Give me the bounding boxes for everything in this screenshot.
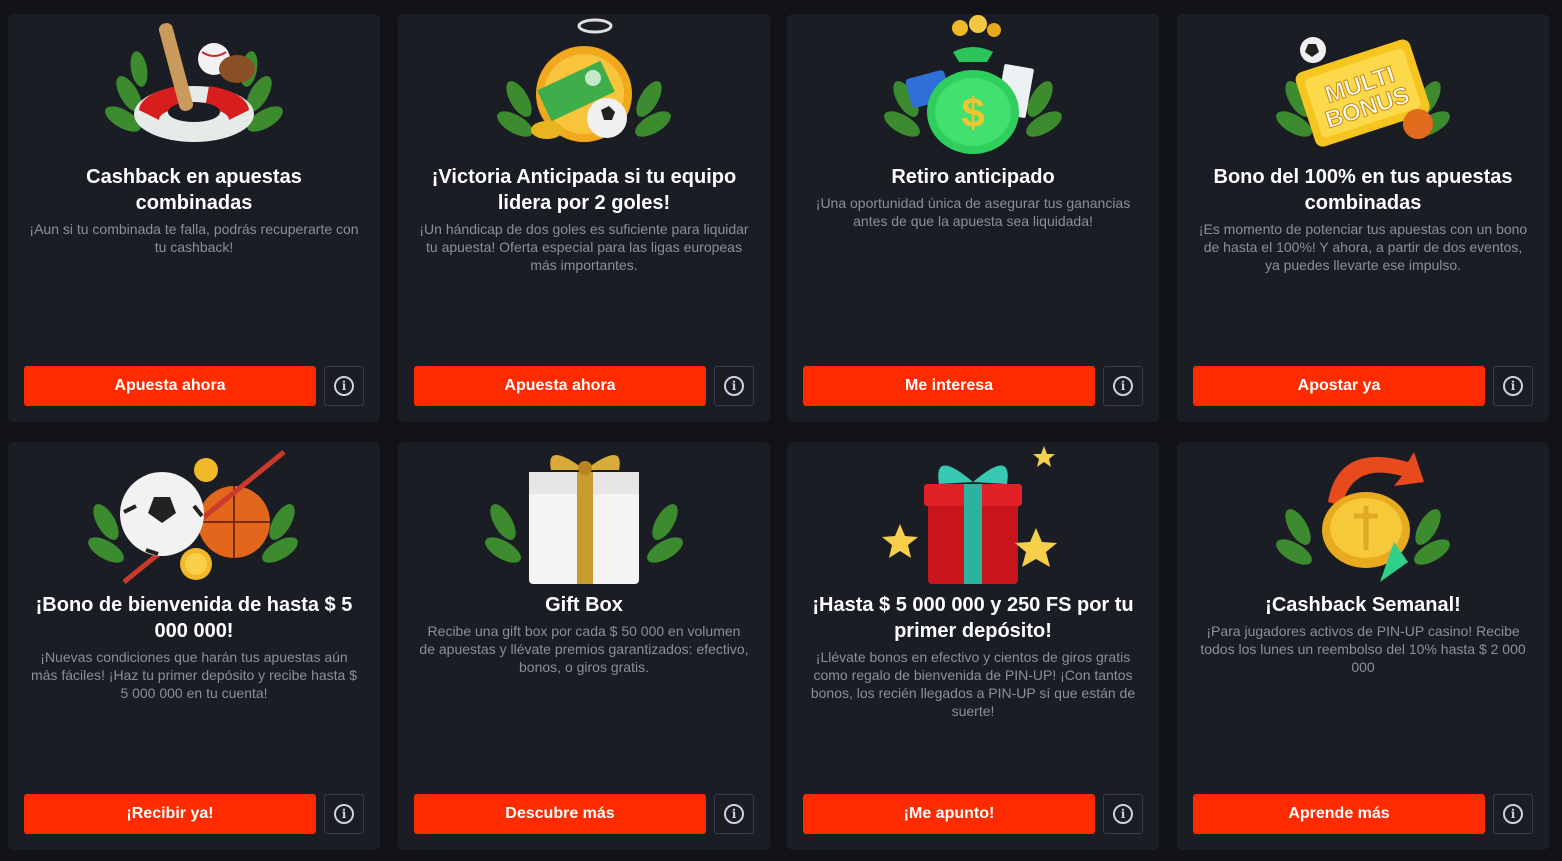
card-title: ¡Hasta $ 5 000 000 y 250 FS por tu prime… — [812, 594, 1134, 642]
soccer-basketball-coins-icon — [8, 442, 380, 592]
money-bag-laurel-icon: $ — [787, 14, 1159, 164]
aprende-mas-button[interactable]: Aprende más — [1193, 794, 1485, 834]
promotions-grid: Cashback en apuestas combinadas ¡Aun si … — [0, 0, 1562, 861]
card-description: ¡Llévate bonos en efectivo y cientos de … — [810, 649, 1136, 719]
info-icon: i — [334, 376, 354, 396]
card-description: ¡Es momento de potenciar tus apuestas co… — [1198, 221, 1528, 273]
info-icon: i — [1113, 376, 1133, 396]
cashback-coin-arrows-icon — [1177, 442, 1549, 592]
info-button[interactable]: i — [714, 794, 754, 834]
info-icon: i — [1113, 804, 1133, 824]
apuesta-ahora-button[interactable]: Apuesta ahora — [24, 366, 316, 406]
card-description: ¡Aun si tu combinada te falla, podrás re… — [29, 221, 359, 255]
info-icon: i — [1503, 376, 1523, 396]
promo-card-cashback-semanal: ¡Cashback Semanal! ¡Para jugadores activ… — [1177, 442, 1549, 850]
card-title: ¡Victoria Anticipada si tu equipo lidera… — [431, 166, 737, 214]
promo-card-hasta-5000000: ¡Hasta $ 5 000 000 y 250 FS por tu prime… — [787, 442, 1159, 850]
info-button[interactable]: i — [1493, 366, 1533, 406]
stopwatch-soccer-laurel-icon — [398, 14, 770, 164]
apuesta-ahora-button[interactable]: Apuesta ahora — [414, 366, 706, 406]
info-icon: i — [334, 804, 354, 824]
card-title: Bono del 100% en tus apuestas combinadas — [1213, 166, 1513, 214]
promo-card-bono-combinadas: MULTI BONUS Bono del 100% en tus apuesta… — [1177, 14, 1549, 422]
info-button[interactable]: i — [324, 366, 364, 406]
card-title: ¡Bono de bienvenida de hasta $ 5 000 000… — [35, 594, 353, 642]
apostar-ya-button[interactable]: Apostar ya — [1193, 366, 1485, 406]
baseball-lifebuoy-laurel-icon — [8, 14, 380, 164]
card-title: Gift Box — [545, 594, 623, 616]
info-button[interactable]: i — [1493, 794, 1533, 834]
red-gift-stars-icon — [787, 442, 1159, 592]
white-gift-box-icon — [398, 442, 770, 592]
promo-card-gift-box: Gift Box Recibe una gift box por cada $ … — [398, 442, 770, 850]
card-description: ¡Para jugadores activos de PIN-UP casino… — [1200, 623, 1526, 675]
info-button[interactable]: i — [324, 794, 364, 834]
info-button[interactable]: i — [1103, 366, 1143, 406]
card-title: ¡Cashback Semanal! — [1265, 594, 1461, 616]
descubre-mas-button[interactable]: Descubre más — [414, 794, 706, 834]
me-apunto-button[interactable]: ¡Me apunto! — [803, 794, 1095, 834]
promo-card-bono-bienvenida: ¡Bono de bienvenida de hasta $ 5 000 000… — [8, 442, 380, 850]
info-button[interactable]: i — [1103, 794, 1143, 834]
card-description: Recibe una gift box por cada $ 50 000 en… — [419, 623, 749, 675]
info-button[interactable]: i — [714, 366, 754, 406]
me-interesa-button[interactable]: Me interesa — [803, 366, 1095, 406]
promo-card-retiro-anticipado: $ Retiro anticipado ¡Una oportunidad úni… — [787, 14, 1159, 422]
card-description: ¡Un hándicap de dos goles es suficiente … — [419, 221, 749, 273]
card-title: Cashback en apuestas combinadas — [86, 166, 302, 214]
info-icon: i — [724, 376, 744, 396]
info-icon: i — [724, 804, 744, 824]
promo-card-cashback-combinadas: Cashback en apuestas combinadas ¡Aun si … — [8, 14, 380, 422]
card-description: ¡Nuevas condiciones que harán tus apuest… — [30, 649, 358, 701]
promo-card-victoria-anticipada: ¡Victoria Anticipada si tu equipo lidera… — [398, 14, 770, 422]
card-description: ¡Una oportunidad única de asegurar tus g… — [815, 195, 1131, 229]
multi-bonus-ticket-icon: MULTI BONUS — [1177, 14, 1549, 164]
info-icon: i — [1503, 804, 1523, 824]
recibir-ya-button[interactable]: ¡Recibir ya! — [24, 794, 316, 834]
card-title: Retiro anticipado — [891, 166, 1055, 188]
svg-text:$: $ — [961, 89, 984, 136]
